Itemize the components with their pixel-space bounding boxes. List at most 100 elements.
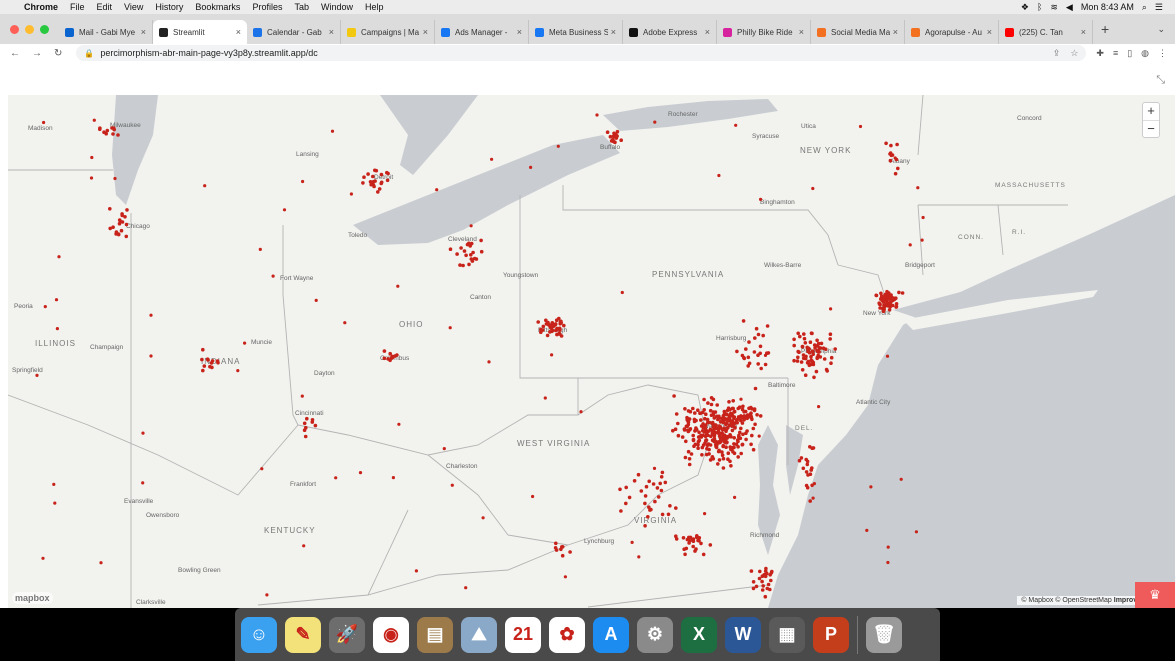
map-datapoint — [659, 488, 664, 493]
tab-close-icon[interactable]: × — [705, 27, 710, 37]
forward-button[interactable]: → — [26, 48, 48, 59]
map-datapoint — [809, 468, 813, 472]
menu-window[interactable]: Window — [315, 2, 359, 12]
profile-avatar[interactable]: ◍ — [1141, 48, 1149, 59]
map-view[interactable]: NEW YORK PENNSYLVANIA OHIO INDIANA ILLINOIS W… — [8, 95, 1175, 608]
fullscreen-icon[interactable]: ⤡ — [1156, 74, 1165, 87]
tab-close-icon[interactable]: × — [1081, 27, 1086, 37]
browser-tab[interactable]: Mail - Gabi Mye × — [59, 20, 153, 44]
menu-bookmarks[interactable]: Bookmarks — [189, 2, 246, 12]
map-datapoint — [736, 455, 740, 459]
bookmark-star-icon[interactable]: ☆ — [1070, 48, 1078, 59]
tab-close-icon[interactable]: × — [236, 27, 241, 37]
menu-history[interactable]: History — [149, 2, 189, 12]
map-datapoint — [884, 141, 888, 146]
dock-calculator-icon[interactable]: ▦ — [769, 616, 805, 653]
map-datapoint — [89, 176, 94, 180]
map-datapoint — [553, 328, 558, 333]
map-datapoint — [99, 561, 103, 565]
control-center-icon[interactable]: ☰ — [1155, 2, 1163, 13]
map-canvas[interactable]: NEW YORKPENNSYLVANIAOHIOINDIANAILLINOISW… — [8, 95, 1175, 608]
menu-view[interactable]: View — [118, 2, 149, 12]
map-datapoint — [801, 353, 806, 357]
close-window-button[interactable] — [10, 24, 19, 34]
menu-file[interactable]: File — [64, 2, 91, 12]
browser-tab[interactable]: Adobe Express × — [623, 20, 717, 44]
window-controls — [0, 24, 59, 34]
dock-launchpad-icon[interactable]: 🚀 — [329, 616, 365, 653]
back-button[interactable]: ← — [0, 48, 26, 59]
streamlit-badge-icon[interactable]: ♛ — [1135, 582, 1175, 608]
tab-search-chevron-icon[interactable]: ⌄ — [1157, 24, 1175, 35]
browser-tab[interactable]: Ads Manager - × — [435, 20, 529, 44]
tab-close-icon[interactable]: × — [611, 27, 616, 37]
map-datapoint — [721, 456, 726, 461]
map-datapoint — [450, 483, 454, 487]
bluetooth-icon[interactable]: ᛒ — [1037, 2, 1042, 12]
menu-profiles[interactable]: Profiles — [246, 2, 288, 12]
tab-close-icon[interactable]: × — [423, 27, 428, 37]
volume-icon[interactable]: ◀ — [1066, 2, 1073, 13]
dock-excel-icon[interactable]: X — [681, 616, 717, 653]
browser-tab[interactable]: Calendar - Gab × — [247, 20, 341, 44]
dock-chrome-icon[interactable]: ◉ — [373, 616, 409, 653]
menu-app-name[interactable]: Chrome — [18, 2, 64, 12]
new-tab-button[interactable]: + — [1093, 21, 1117, 37]
minimize-window-button[interactable] — [25, 24, 34, 34]
browser-tab[interactable]: Campaigns | Ma × — [341, 20, 435, 44]
dock-powerpoint-icon[interactable]: P — [813, 616, 849, 653]
browser-tab[interactable]: Philly Bike Ride × — [717, 20, 811, 44]
city-label: Lynchburg — [584, 538, 614, 545]
dock-stickies-icon[interactable]: ✎ — [285, 616, 321, 653]
map-datapoint — [715, 403, 719, 407]
map-datapoint — [470, 259, 475, 263]
reload-button[interactable]: ↻ — [48, 48, 68, 59]
zoom-out-button[interactable]: − — [1143, 120, 1159, 137]
tab-close-icon[interactable]: × — [141, 27, 146, 37]
dock-preview-icon[interactable]: ⛰ — [461, 616, 497, 653]
spotlight-icon[interactable]: ⌕ — [1142, 2, 1147, 13]
dock-calendar-icon[interactable]: 21 — [505, 616, 541, 653]
tab-close-icon[interactable]: × — [799, 27, 804, 37]
browser-tab[interactable]: Meta Business S × — [529, 20, 623, 44]
zoom-window-button[interactable] — [40, 24, 49, 34]
map-datapoint — [710, 455, 715, 459]
dock-notefile-icon[interactable]: ▤ — [417, 616, 453, 653]
dock-app-store-icon[interactable]: A — [593, 616, 629, 653]
mapbox-logo[interactable]: mapbox — [12, 592, 53, 604]
dock-finder-icon[interactable]: ☺ — [241, 616, 277, 653]
tab-close-icon[interactable]: × — [893, 27, 898, 37]
lock-icon[interactable]: 🔒 — [84, 49, 94, 58]
more-menu-icon[interactable]: ⋮ — [1158, 48, 1167, 59]
address-bar[interactable]: 🔒 percimorphism-abr-main-page-vy3p8y.str… — [76, 45, 1087, 61]
map-datapoint — [660, 512, 665, 517]
map-datapoint — [722, 426, 726, 431]
browser-tab[interactable]: Social Media Ma × — [811, 20, 905, 44]
wifi-icon[interactable]: ≋ — [1050, 2, 1058, 13]
dock-photos-icon[interactable]: ✿ — [549, 616, 585, 653]
map-datapoint — [102, 130, 106, 134]
browser-tab[interactable]: Streamlit × — [153, 20, 247, 44]
extensions-icon[interactable]: ✚ — [1096, 48, 1104, 59]
browser-tab[interactable]: (225) C. Tan × — [999, 20, 1093, 44]
map-datapoint — [672, 394, 676, 398]
dock-word-icon[interactable]: W — [725, 616, 761, 653]
map-datapoint — [545, 333, 550, 338]
map-datapoint — [35, 373, 39, 377]
share-icon[interactable]: ⇪ — [1053, 48, 1061, 59]
browser-tab[interactable]: Agorapulse - Au × — [905, 20, 999, 44]
dropbox-icon[interactable]: ❖ — [1021, 2, 1029, 13]
zoom-in-button[interactable]: + — [1143, 103, 1159, 120]
menu-help[interactable]: Help — [359, 2, 390, 12]
tab-close-icon[interactable]: × — [987, 27, 992, 37]
side-panel-icon[interactable]: ▯ — [1127, 48, 1132, 59]
dock-trash-icon[interactable]: 🗑 — [866, 616, 902, 653]
tab-close-icon[interactable]: × — [517, 27, 522, 37]
attribution-text[interactable]: © Mapbox © OpenStreetMap — [1021, 597, 1111, 604]
menu-edit[interactable]: Edit — [91, 2, 119, 12]
clock[interactable]: Mon 8:43 AM — [1081, 2, 1134, 12]
menu-tab[interactable]: Tab — [288, 2, 315, 12]
tab-close-icon[interactable]: × — [329, 27, 334, 37]
reading-list-icon[interactable]: ≡ — [1113, 48, 1118, 59]
dock-system-preferences-icon[interactable]: ⚙ — [637, 616, 673, 653]
